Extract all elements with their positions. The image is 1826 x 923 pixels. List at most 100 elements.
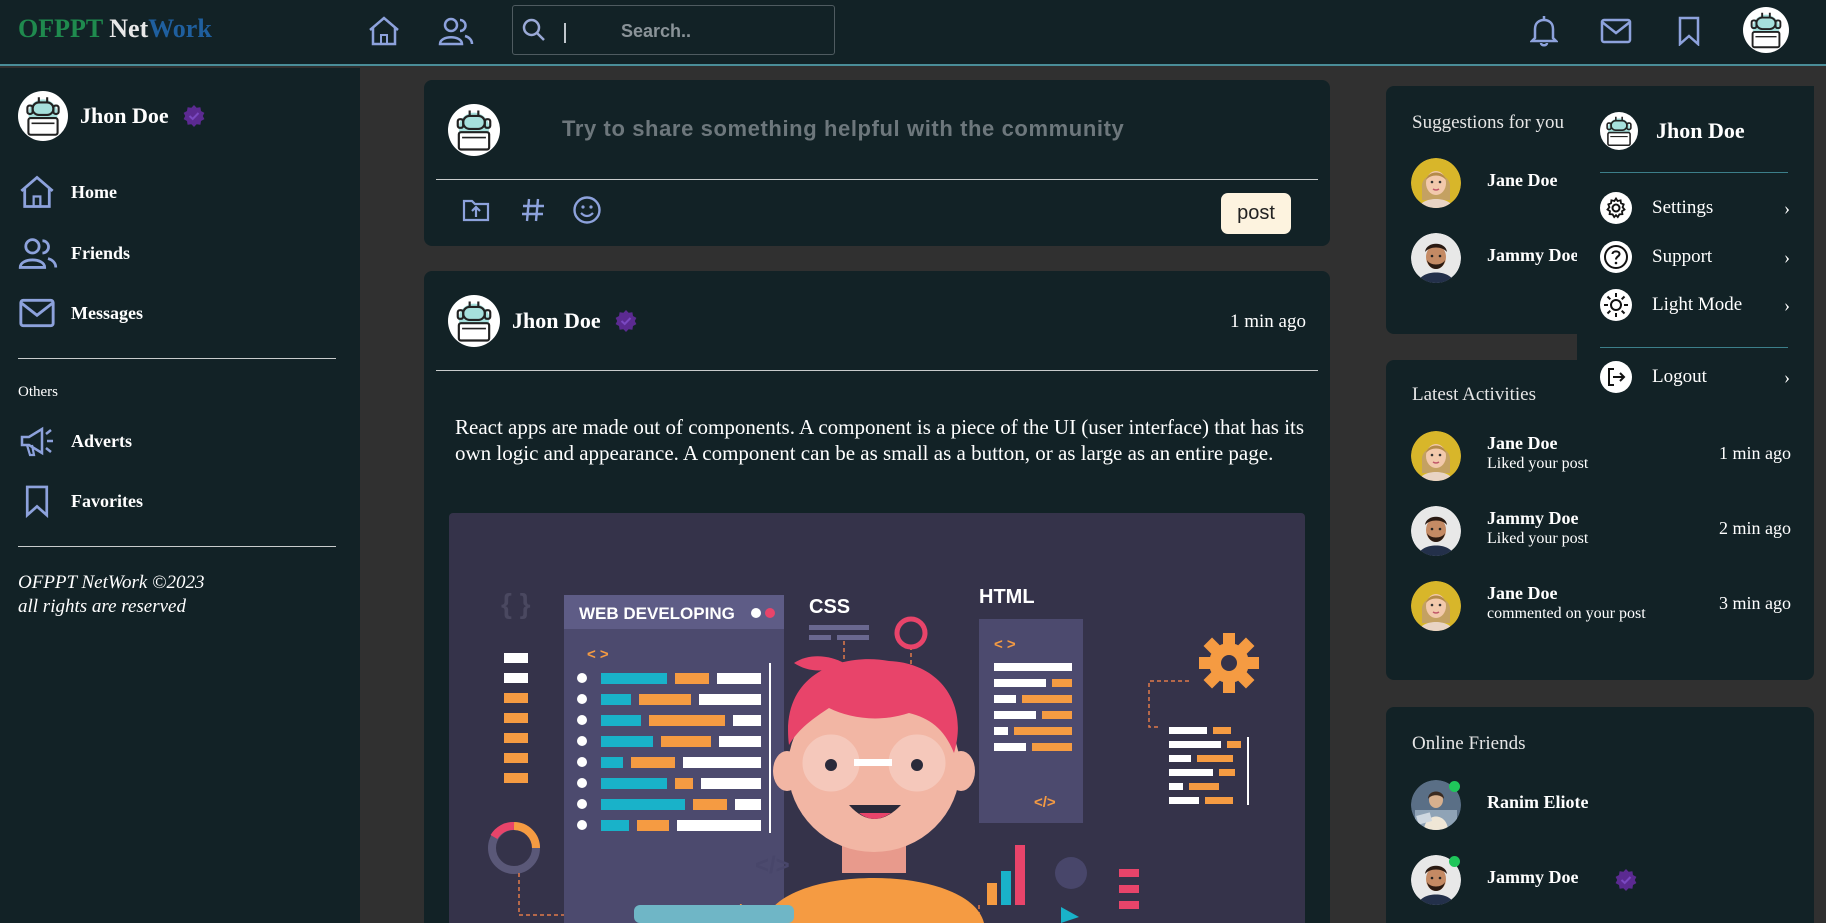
online-friend-name: Ranim Eliote [1487, 792, 1589, 812]
suggestion-item[interactable]: Jammy Doe [1411, 233, 1578, 283]
web-developing-illustration: { } WEB DEVELOPING < > CSS HTML < > </> … [488, 586, 1259, 923]
dropdown-divider [1600, 172, 1788, 173]
svg-text:{ }: { } [501, 588, 531, 619]
sidebar-item-friends[interactable]: Friends [18, 233, 130, 273]
sidebar-item-messages[interactable]: Messages [18, 293, 143, 333]
image-tag-open: < > [587, 646, 609, 663]
activity-name: Jane Doe [1487, 433, 1558, 453]
post-header: Jhon Doe [448, 295, 638, 347]
brand-part-3: Work [148, 14, 212, 43]
avatar[interactable] [448, 295, 500, 347]
bell-icon[interactable] [1525, 12, 1563, 50]
copyright-line: all rights are reserved [18, 596, 186, 617]
suggestion-name: Jammy Doe [1487, 245, 1579, 265]
text-caret [564, 23, 566, 43]
online-friend-item[interactable]: Jammy Doe [1411, 855, 1461, 905]
home-icon[interactable] [365, 12, 403, 50]
dropdown-divider [1600, 347, 1788, 348]
friends-icon[interactable] [437, 12, 475, 50]
menu-item-label: Logout [1652, 366, 1707, 387]
menu-item-logout[interactable]: Logout › [1600, 360, 1790, 394]
sidebar-divider [18, 358, 336, 359]
verified-badge-icon [614, 309, 638, 333]
menu-item-label: Support [1652, 246, 1713, 267]
suggestion-item[interactable]: Jane Doe [1411, 158, 1558, 208]
activity-action: Liked your post [1487, 530, 1589, 547]
brand-part-1: OFPPT [18, 14, 103, 43]
hashtag-icon[interactable] [520, 197, 546, 223]
image-panel-title: WEB DEVELOPING [579, 604, 735, 623]
search-bar[interactable] [512, 5, 835, 55]
online-friend-item[interactable]: Ranim Eliote [1411, 780, 1589, 830]
post-text: React apps are made out of components. A… [455, 415, 1305, 465]
search-icon[interactable] [521, 17, 547, 43]
dropdown-user-name: Jhon Doe [1656, 118, 1745, 143]
verified-badge-icon [182, 104, 206, 128]
chevron-right-icon: › [1784, 294, 1790, 315]
copyright-line: OFPPT NetWork ©2023 [18, 572, 205, 593]
suggestions-title: Suggestions for you [1412, 112, 1564, 133]
friends-icon [18, 236, 58, 270]
avatar [1411, 158, 1461, 208]
section-label-others: Others [18, 384, 58, 400]
menu-item-settings[interactable]: Settings › [1600, 191, 1790, 225]
post-divider [436, 370, 1318, 371]
avatar [1411, 233, 1461, 283]
composer-input[interactable]: Try to share something helpful with the … [562, 116, 1124, 142]
post-button[interactable]: post [1221, 193, 1291, 234]
brand-part-2: Net [109, 14, 149, 43]
profile-dropdown-menu: Jhon Doe Settings › Support › Light Mode… [1577, 86, 1814, 416]
sidebar-item-adverts[interactable]: Adverts [18, 421, 132, 461]
online-friend-name: Jammy Doe [1487, 867, 1579, 887]
activity-action: commented on your post [1487, 605, 1646, 622]
upload-folder-icon[interactable] [462, 197, 490, 223]
megaphone-icon [18, 424, 56, 458]
left-sidebar: Jhon Doe Home Friends Messages Others Ad… [0, 68, 360, 923]
chevron-right-icon: › [1784, 197, 1790, 218]
post-image[interactable]: { } WEB DEVELOPING < > CSS HTML < > </> … [449, 513, 1305, 923]
mail-icon[interactable] [1597, 12, 1635, 50]
profile-name: Jhon Doe [80, 103, 169, 128]
activity-time: 3 min ago [1719, 593, 1791, 613]
verified-badge-icon [1614, 868, 1638, 892]
menu-item-label: Settings [1652, 197, 1714, 218]
menu-item-support[interactable]: Support › [1600, 240, 1790, 274]
sidebar-item-label: Friends [71, 242, 131, 263]
search-input[interactable] [621, 16, 821, 46]
activity-item[interactable]: Jammy Doe Liked your post 2 min ago [1411, 506, 1791, 556]
svg-text:</>: </> [755, 852, 790, 879]
activities-title: Latest Activities [1412, 384, 1537, 405]
online-status-dot [1449, 781, 1460, 792]
chevron-right-icon: › [1784, 366, 1790, 387]
copyright-text: OFPPT NetWork ©2023 all rights are reser… [18, 571, 205, 619]
brand-logo[interactable]: OFPPT NetWork [18, 14, 212, 44]
sidebar-profile[interactable]: Jhon Doe [18, 91, 206, 141]
chevron-right-icon: › [1784, 246, 1790, 267]
activity-name: Jane Doe [1487, 583, 1558, 603]
avatar [1411, 431, 1461, 481]
menu-item-label: Light Mode [1652, 294, 1743, 315]
sidebar-item-home[interactable]: Home [18, 172, 117, 212]
menu-item-light-mode[interactable]: Light Mode › [1600, 288, 1790, 322]
activity-item[interactable]: Jane Doe commented on your post 3 min ag… [1411, 581, 1791, 631]
online-friends-title: Online Friends [1412, 733, 1526, 754]
avatar [1411, 506, 1461, 556]
sidebar-item-label: Home [71, 181, 117, 202]
activity-name: Jammy Doe [1487, 508, 1579, 528]
activity-item[interactable]: Jane Doe Liked your post 1 min ago [1411, 431, 1791, 481]
top-navbar: OFPPT NetWork [0, 0, 1826, 66]
post-time: 1 min ago [1230, 311, 1306, 332]
image-html-label: HTML [979, 586, 1035, 608]
user-avatar-menu[interactable] [1743, 7, 1789, 53]
post-author[interactable]: Jhon Doe [512, 308, 601, 334]
bookmark-icon[interactable] [1670, 12, 1708, 50]
svg-text:</>: </> [1034, 794, 1056, 811]
home-icon [18, 173, 56, 211]
activity-time: 2 min ago [1719, 518, 1791, 538]
sidebar-item-label: Adverts [71, 430, 132, 451]
avatar [18, 91, 68, 141]
emoji-icon[interactable] [572, 195, 602, 225]
dropdown-profile[interactable]: Jhon Doe [1600, 112, 1745, 150]
sidebar-item-label: Favorites [71, 490, 143, 511]
sidebar-item-favorites[interactable]: Favorites [18, 481, 143, 521]
